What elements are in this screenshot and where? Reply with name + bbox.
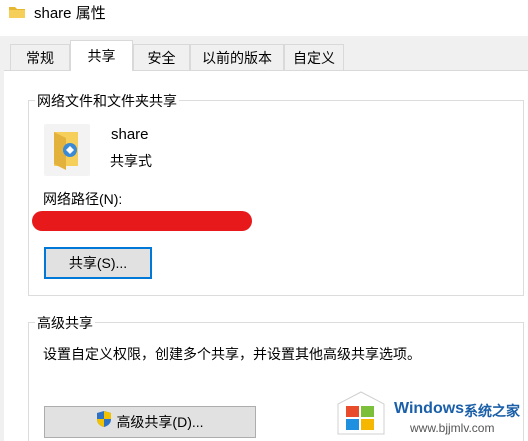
shared-folder-icon	[44, 124, 90, 176]
redacted-network-path	[32, 211, 252, 231]
folder-icon	[8, 4, 26, 23]
advanced-sharing-group-title: 高级共享	[35, 313, 95, 333]
tab-customize[interactable]: 自定义	[284, 44, 344, 70]
network-sharing-group-title: 网络文件和文件夹共享	[35, 91, 179, 111]
watermark: Windows 系统之家 www.bjjmlv.com	[336, 386, 528, 441]
watermark-brand-cn: 系统之家	[464, 403, 520, 419]
watermark-url: www.bjjmlv.com	[410, 421, 495, 435]
tab-previous-versions[interactable]: 以前的版本	[190, 44, 284, 70]
tab-general[interactable]: 常规	[10, 44, 70, 70]
advanced-sharing-button[interactable]: 高级共享(D)...	[44, 406, 256, 438]
network-path-label: 网络路径(N):	[43, 191, 123, 207]
title-bar: share 属性	[0, 0, 528, 36]
advanced-sharing-button-label: 高级共享(D)...	[116, 414, 204, 430]
advanced-sharing-description: 设置自定义权限，创建多个共享，并设置其他高级共享选项。	[43, 346, 421, 362]
windows-logo-icon	[336, 390, 386, 439]
window-title: share 属性	[34, 5, 106, 22]
share-status: 共享式	[110, 153, 152, 169]
tab-security[interactable]: 安全	[133, 44, 190, 70]
watermark-brand: Windows	[394, 400, 465, 417]
tab-sharing[interactable]: 共享	[70, 40, 133, 71]
share-button[interactable]: 共享(S)...	[44, 247, 152, 279]
uac-shield-icon	[96, 408, 112, 438]
folder-name: share	[111, 126, 149, 143]
